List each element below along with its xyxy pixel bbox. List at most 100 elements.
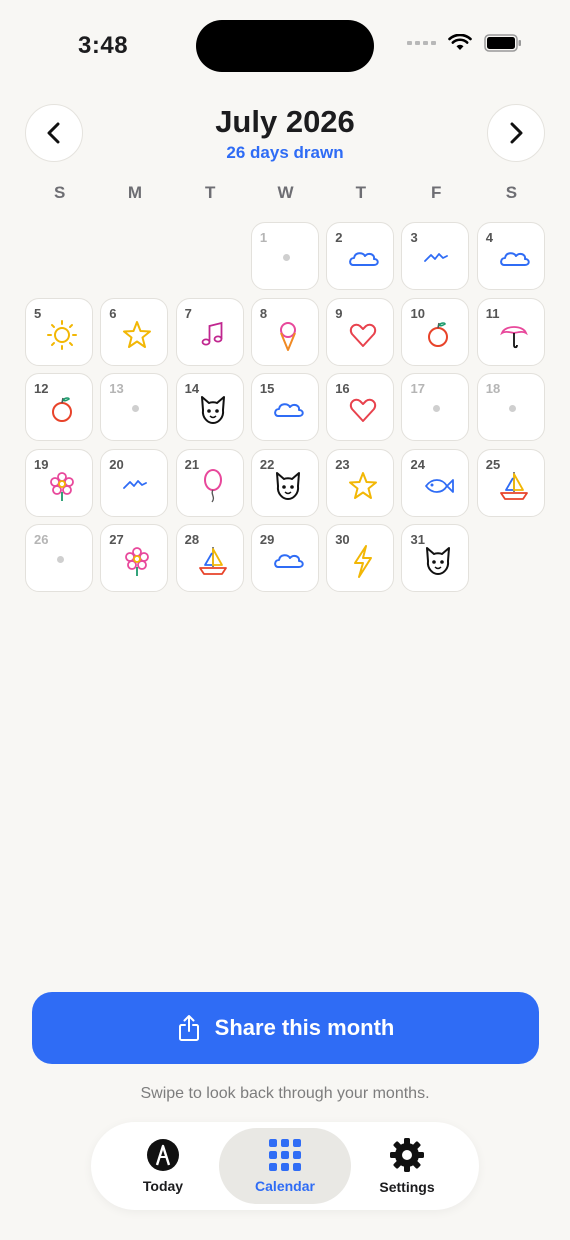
- share-icon: [178, 1015, 199, 1041]
- day-cell[interactable]: 28: [175, 524, 244, 592]
- day-number: 18: [485, 381, 501, 396]
- empty-day-dot: [433, 405, 441, 412]
- empty-day-dot: [132, 405, 140, 412]
- star-drawing-icon: [349, 471, 378, 499]
- cloud-drawing-icon: [274, 403, 304, 417]
- swipe-hint: Swipe to look back through your months.: [140, 1085, 430, 1102]
- day-cell[interactable]: 22: [250, 448, 319, 517]
- weekday-label: W: [277, 183, 294, 202]
- sun-drawing-icon: [47, 319, 77, 350]
- chevron-right-icon: [510, 122, 523, 144]
- empty-day-dot: [282, 254, 290, 261]
- flower-drawing-icon: [50, 471, 74, 501]
- day-cell[interactable]: 27: [100, 524, 169, 592]
- status-icons: [407, 34, 522, 52]
- balloon-drawing-icon: [203, 468, 222, 502]
- empty-day-dot: [57, 556, 64, 563]
- heart-drawing-icon: [350, 323, 377, 347]
- day-cell[interactable]: 6: [100, 297, 169, 366]
- day-cell[interactable]: 18: [476, 373, 545, 441]
- weekday-label: M: [127, 183, 143, 202]
- cloud-drawing-icon: [274, 554, 304, 568]
- sailboat-drawing-icon: [499, 471, 528, 500]
- tab-settings[interactable]: Settings: [341, 1128, 473, 1204]
- day-cell[interactable]: 19: [25, 448, 93, 517]
- weekday-label: T: [355, 183, 367, 202]
- day-cell[interactable]: 3: [401, 222, 470, 290]
- month-title: July 2026: [215, 104, 355, 139]
- sailboat-drawing-icon: [198, 547, 227, 575]
- pencil-tip-icon: [147, 1139, 179, 1171]
- cellular-signal-icon: [407, 41, 436, 45]
- days-drawn-count: 26 days drawn: [226, 143, 344, 162]
- tab-calendar[interactable]: Calendar: [219, 1128, 351, 1204]
- tab-label: Settings: [379, 1179, 435, 1195]
- weekday-header: S M T W T F S: [22, 183, 548, 203]
- day-cell[interactable]: 26: [25, 524, 93, 592]
- dynamic-island: [196, 20, 374, 72]
- day-cell[interactable]: 21: [175, 448, 244, 517]
- weekday-label: S: [505, 183, 518, 202]
- calendar-grid: 1 2 3 4 5 6 7 8 9 10 11 12 13 14 15 16 17 18 19 20 21 22 23 24 2…: [25, 222, 545, 592]
- day-cell[interactable]: 17: [401, 373, 470, 441]
- apple-drawing-icon: [428, 321, 449, 347]
- day-number: 26: [34, 532, 49, 547]
- status-time: 3:48: [78, 32, 129, 59]
- cat-drawing-icon: [426, 547, 451, 575]
- icecream-drawing-icon: [279, 321, 296, 351]
- day-cell[interactable]: 14: [175, 373, 244, 441]
- day-cell[interactable]: 2: [326, 222, 395, 290]
- weekday-label: T: [205, 183, 216, 202]
- battery-icon: [484, 34, 521, 52]
- day-cell[interactable]: 31: [401, 524, 470, 592]
- tab-today[interactable]: Today: [97, 1128, 229, 1204]
- next-month-button[interactable]: [487, 104, 545, 162]
- day-cell[interactable]: 5: [25, 297, 93, 366]
- gear-icon: [390, 1138, 424, 1172]
- heart-drawing-icon: [350, 398, 377, 422]
- day-cell[interactable]: 1: [250, 222, 319, 290]
- share-month-button[interactable]: Share this month: [32, 992, 539, 1064]
- bird-drawing-icon: [123, 479, 148, 489]
- cloud-drawing-icon: [349, 252, 379, 266]
- apple-drawing-icon: [52, 397, 72, 422]
- tab-label: Calendar: [255, 1178, 315, 1194]
- star-drawing-icon: [123, 320, 152, 348]
- day-cell[interactable]: 24: [401, 448, 470, 517]
- day-number: 17: [410, 381, 425, 396]
- day-cell[interactable]: 23: [326, 448, 395, 517]
- day-cell[interactable]: 8: [250, 297, 319, 366]
- day-cell[interactable]: 4: [476, 222, 545, 290]
- music-drawing-icon: [201, 321, 222, 345]
- day-number: 13: [109, 381, 124, 396]
- status-bar: 3:48: [0, 0, 570, 90]
- day-cell[interactable]: 7: [175, 297, 244, 366]
- tab-label: Today: [142, 1178, 184, 1194]
- day-cell[interactable]: 30: [326, 524, 395, 592]
- lightning-drawing-icon: [354, 545, 373, 578]
- day-cell[interactable]: 29: [250, 524, 319, 592]
- day-cell[interactable]: 12: [25, 373, 93, 441]
- bird-drawing-icon: [424, 253, 449, 262]
- cat-drawing-icon: [200, 396, 225, 424]
- day-cell[interactable]: 15: [250, 373, 319, 441]
- day-cell[interactable]: 13: [100, 373, 169, 441]
- day-cell[interactable]: 20: [100, 448, 169, 517]
- fish-drawing-icon: [425, 478, 455, 493]
- weekday-label: S: [53, 183, 66, 202]
- day-cell[interactable]: 9: [326, 297, 395, 366]
- share-button-label: Share this month: [214, 1015, 395, 1040]
- wifi-icon: [448, 34, 472, 50]
- empty-day-dot: [508, 405, 516, 412]
- tab-bar: Today Calendar Settings: [91, 1122, 479, 1210]
- calendar-grid-icon: [269, 1139, 301, 1171]
- day-cell[interactable]: 10: [401, 297, 470, 366]
- day-cell[interactable]: 11: [476, 297, 545, 366]
- umbrella-drawing-icon: [499, 325, 528, 348]
- weekday-label: F: [430, 183, 442, 202]
- day-cell[interactable]: 16: [326, 373, 395, 441]
- day-number: 1: [259, 230, 268, 245]
- cloud-drawing-icon: [499, 252, 530, 266]
- day-cell[interactable]: 25: [476, 448, 545, 517]
- cat-drawing-icon: [275, 471, 300, 500]
